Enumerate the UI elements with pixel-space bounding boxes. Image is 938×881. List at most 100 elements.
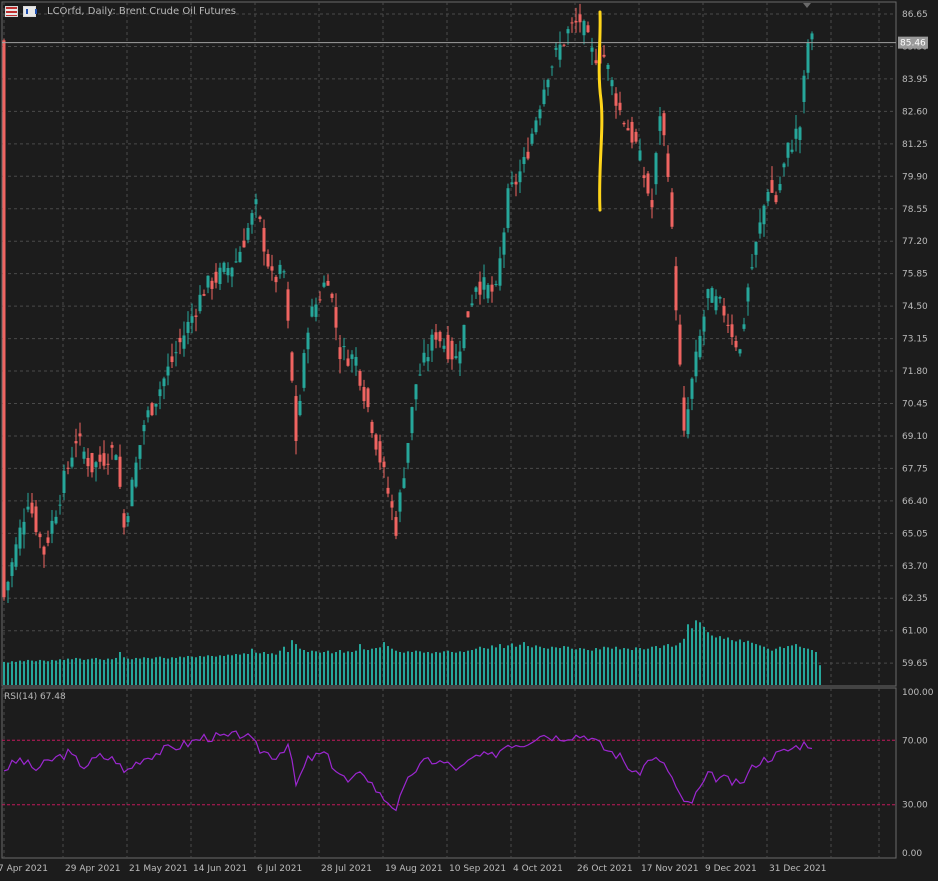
volume-bar xyxy=(679,642,681,685)
candle-bear xyxy=(450,340,454,360)
volume-bar xyxy=(575,649,577,685)
candle-bull xyxy=(154,403,158,407)
symbol-flag-icon[interactable] xyxy=(5,6,18,17)
candle-bear xyxy=(66,467,70,469)
candle-bull xyxy=(542,89,546,105)
volume-bar xyxy=(487,648,489,685)
candle-bear xyxy=(122,513,126,528)
candle-bull xyxy=(414,384,418,400)
volume-bar xyxy=(459,651,461,685)
candle-bear xyxy=(318,299,322,301)
candle-bear xyxy=(90,453,94,473)
volume-bar xyxy=(571,648,573,685)
candle-bull xyxy=(782,163,786,168)
candle-bull xyxy=(486,284,490,299)
volume-bar xyxy=(559,648,561,685)
candle-bear xyxy=(622,122,626,125)
volume-bar xyxy=(27,659,29,685)
volume-bar xyxy=(419,651,421,685)
time-tick-label: 6 Jul 2021 xyxy=(257,864,302,874)
candle-bull xyxy=(534,120,538,133)
chart-type-icon[interactable] xyxy=(23,6,37,17)
volume-bar xyxy=(795,644,797,685)
candle-bull xyxy=(70,457,74,467)
time-tick-label: 31 Dec 2021 xyxy=(769,864,827,874)
time-tick-label: 7 Apr 2021 xyxy=(0,864,48,874)
volume-bar xyxy=(163,657,165,685)
candle-bull xyxy=(418,374,422,376)
volume-bar xyxy=(411,652,413,685)
volume-bar xyxy=(743,642,745,685)
volume-bar xyxy=(391,648,393,685)
candle-bull xyxy=(762,205,766,225)
candle-bull xyxy=(522,157,526,164)
candle-bull xyxy=(798,127,802,140)
candle-bull xyxy=(698,335,702,358)
price-tick-label: 77.20 xyxy=(902,237,928,247)
volume-bar xyxy=(383,642,385,685)
candle-bull xyxy=(94,462,98,468)
volume-bar xyxy=(343,652,345,685)
candle-bull xyxy=(350,354,354,359)
volume-bar xyxy=(315,651,317,685)
volume-bar xyxy=(327,650,329,685)
volume-bar xyxy=(267,653,269,685)
candle-bear xyxy=(574,20,578,23)
scroll-marker-icon xyxy=(803,3,811,8)
candle-bull xyxy=(530,133,534,144)
price-chart[interactable]: 86.6585.3083.9582.6081.2579.9078.5577.20… xyxy=(0,0,938,877)
volume-bar xyxy=(87,659,89,685)
volume-bar xyxy=(191,656,193,685)
annotation-stroke xyxy=(597,10,604,212)
candle-bear xyxy=(290,352,294,381)
rsi-pane-frame xyxy=(1,687,897,859)
volume-bar xyxy=(71,659,73,685)
volume-bar xyxy=(475,648,477,685)
time-tick-label: 19 Aug 2021 xyxy=(385,864,443,874)
candle-bull xyxy=(342,346,346,348)
price-tick-label: 79.90 xyxy=(902,172,928,182)
candle-bull xyxy=(566,29,570,34)
candle-bear xyxy=(562,44,566,46)
candle-bull xyxy=(686,409,690,435)
volume-bar xyxy=(111,659,113,685)
candle-bear xyxy=(514,181,518,185)
candle-bull xyxy=(250,213,254,225)
volume-bar xyxy=(547,648,549,685)
candle-bull xyxy=(82,451,86,459)
volume-bar xyxy=(451,652,453,685)
volume-bar xyxy=(91,658,93,685)
volume-bar xyxy=(147,657,149,685)
candle-bear xyxy=(378,441,382,463)
price-tick-label: 62.35 xyxy=(902,594,928,604)
candle-bull xyxy=(694,351,698,377)
price-tick-label: 70.45 xyxy=(902,400,928,410)
volume-bar xyxy=(775,648,777,685)
volume-bar xyxy=(567,646,569,685)
volume-bar xyxy=(427,652,429,685)
volume-bar xyxy=(215,656,217,685)
candle-bear xyxy=(726,324,730,326)
candle-bull xyxy=(506,188,510,228)
candle-bull xyxy=(422,352,426,363)
candle-bull xyxy=(174,352,178,354)
volume-bar xyxy=(375,648,377,685)
volume-bar xyxy=(719,636,721,685)
volume-bar xyxy=(207,655,209,685)
volume-bar xyxy=(123,657,125,685)
volume-bar xyxy=(707,632,709,685)
candle-bull xyxy=(54,516,58,524)
volume-bar xyxy=(747,640,749,685)
candle-bear xyxy=(170,356,174,363)
volume-bar xyxy=(47,661,49,685)
candle-bull xyxy=(810,33,814,40)
volume-bar xyxy=(783,648,785,685)
volume-bar xyxy=(703,626,705,685)
volume-bar xyxy=(715,637,717,685)
rsi-tick-label: 30.00 xyxy=(902,801,928,811)
price-tick-label: 59.65 xyxy=(902,659,928,669)
candle-bear xyxy=(74,441,78,444)
candle-bull xyxy=(166,366,170,376)
candle-bull xyxy=(778,184,782,191)
candle-bear xyxy=(618,102,622,111)
